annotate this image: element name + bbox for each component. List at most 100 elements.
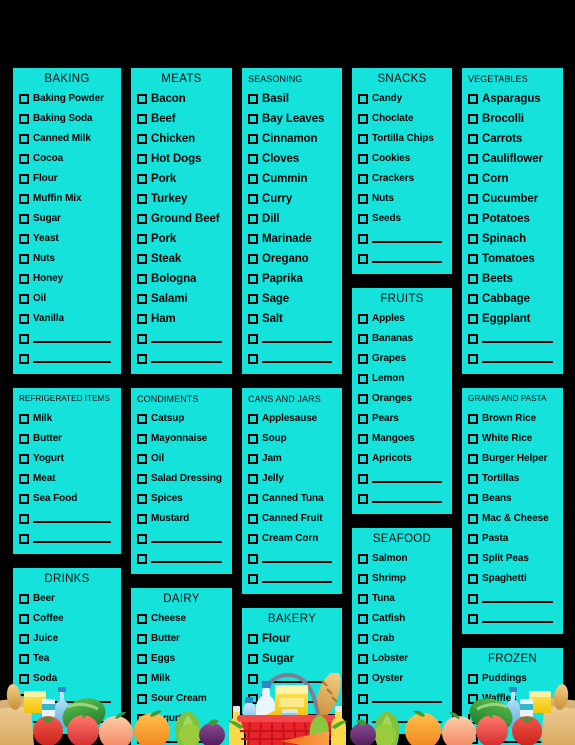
list-item[interactable]: Potatoes	[466, 209, 559, 229]
checkbox-icon[interactable]	[19, 334, 29, 344]
checkbox-icon[interactable]	[358, 594, 368, 604]
write-in-line[interactable]	[482, 601, 553, 603]
list-item[interactable]: Pears	[356, 409, 448, 429]
checkbox-icon[interactable]	[358, 674, 368, 684]
checkbox-icon[interactable]	[19, 714, 29, 724]
checkbox-icon[interactable]	[248, 134, 258, 144]
checkbox-icon[interactable]	[468, 314, 478, 324]
list-item[interactable]: Sugar	[17, 209, 117, 229]
checkbox-icon[interactable]	[468, 234, 478, 244]
checkbox-icon[interactable]	[248, 634, 258, 644]
checkbox-icon[interactable]	[248, 534, 258, 544]
checkbox-icon[interactable]	[248, 414, 258, 424]
list-item[interactable]: Tortilla Chips	[356, 129, 448, 149]
blank-write-in-row[interactable]	[135, 329, 228, 349]
checkbox-icon[interactable]	[358, 454, 368, 464]
write-in-line[interactable]	[151, 341, 222, 343]
checkbox-icon[interactable]	[358, 314, 368, 324]
blank-write-in-row[interactable]	[356, 709, 448, 729]
list-item[interactable]: Salad Dressing	[135, 469, 228, 489]
list-item[interactable]: Beer	[17, 589, 117, 609]
list-item[interactable]: Grapes	[356, 349, 448, 369]
list-item[interactable]: Paprika	[246, 269, 338, 289]
checkbox-icon[interactable]	[358, 614, 368, 624]
blank-write-in-row[interactable]	[466, 729, 559, 745]
checkbox-icon[interactable]	[358, 354, 368, 364]
checkbox-icon[interactable]	[19, 654, 29, 664]
checkbox-icon[interactable]	[137, 674, 147, 684]
checkbox-icon[interactable]	[248, 554, 258, 564]
list-item[interactable]: Oil	[17, 289, 117, 309]
write-in-line[interactable]	[33, 541, 111, 543]
list-item[interactable]: Spices	[135, 489, 228, 509]
checkbox-icon[interactable]	[468, 474, 478, 484]
checkbox-icon[interactable]	[468, 614, 478, 624]
list-item[interactable]: Cinnamon	[246, 129, 338, 149]
checkbox-icon[interactable]	[468, 414, 478, 424]
checkbox-icon[interactable]	[358, 694, 368, 704]
list-item[interactable]: Beets	[466, 269, 559, 289]
checkbox-icon[interactable]	[468, 354, 478, 364]
list-item[interactable]: Applesause	[246, 409, 338, 429]
blank-write-in-row[interactable]	[356, 229, 448, 249]
checkbox-icon[interactable]	[468, 114, 478, 124]
list-item[interactable]: Crab	[356, 629, 448, 649]
checkbox-icon[interactable]	[137, 454, 147, 464]
list-item[interactable]: Salami	[135, 289, 228, 309]
list-item[interactable]: Mangoes	[356, 429, 448, 449]
checkbox-icon[interactable]	[137, 274, 147, 284]
blank-write-in-row[interactable]	[466, 349, 559, 369]
write-in-line[interactable]	[33, 361, 111, 363]
list-item[interactable]: Butter	[17, 429, 117, 449]
list-item[interactable]: Candy	[356, 89, 448, 109]
write-in-line[interactable]	[372, 701, 442, 703]
checkbox-icon[interactable]	[358, 394, 368, 404]
checkbox-icon[interactable]	[358, 254, 368, 264]
checkbox-icon[interactable]	[137, 154, 147, 164]
checkbox-icon[interactable]	[137, 494, 147, 504]
checkbox-icon[interactable]	[19, 454, 29, 464]
list-item[interactable]: Juice	[17, 629, 117, 649]
list-item[interactable]: Shrimp	[356, 569, 448, 589]
list-item[interactable]: Oregano	[246, 249, 338, 269]
checkbox-icon[interactable]	[248, 194, 258, 204]
checkbox-icon[interactable]	[248, 114, 258, 124]
checkbox-icon[interactable]	[468, 154, 478, 164]
list-item[interactable]: Basil	[246, 89, 338, 109]
list-item[interactable]: Oranges	[356, 389, 448, 409]
checkbox-icon[interactable]	[358, 234, 368, 244]
checkbox-icon[interactable]	[358, 154, 368, 164]
write-in-line[interactable]	[33, 701, 111, 703]
list-item[interactable]: Lemon	[356, 369, 448, 389]
checkbox-icon[interactable]	[137, 434, 147, 444]
checkbox-icon[interactable]	[468, 334, 478, 344]
checkbox-icon[interactable]	[137, 614, 147, 624]
checkbox-icon[interactable]	[19, 414, 29, 424]
list-item[interactable]: Pasta	[466, 529, 559, 549]
list-item[interactable]: Sugar	[246, 649, 338, 669]
write-in-line[interactable]	[262, 681, 332, 683]
checkbox-icon[interactable]	[19, 534, 29, 544]
list-item[interactable]: Catsup	[135, 409, 228, 429]
list-item[interactable]: Burger Helper	[466, 449, 559, 469]
checkbox-icon[interactable]	[358, 634, 368, 644]
checkbox-icon[interactable]	[137, 514, 147, 524]
list-item[interactable]: Nuts	[356, 189, 448, 209]
blank-write-in-row[interactable]	[17, 529, 117, 549]
list-item[interactable]: Soda	[17, 669, 117, 689]
list-item[interactable]: Beef	[135, 109, 228, 129]
checkbox-icon[interactable]	[137, 294, 147, 304]
list-item[interactable]: Brown Rice	[466, 409, 559, 429]
list-item[interactable]: Sage	[246, 289, 338, 309]
list-item[interactable]: Dill	[246, 209, 338, 229]
list-item[interactable]: Cream Corn	[246, 529, 338, 549]
list-item[interactable]: Baking Powder	[17, 89, 117, 109]
write-in-line[interactable]	[262, 701, 332, 703]
checkbox-icon[interactable]	[468, 274, 478, 284]
checkbox-icon[interactable]	[137, 314, 147, 324]
checkbox-icon[interactable]	[19, 694, 29, 704]
list-item[interactable]: Sour Cream	[135, 689, 228, 709]
checkbox-icon[interactable]	[468, 514, 478, 524]
checkbox-icon[interactable]	[19, 294, 29, 304]
list-item[interactable]: Yogurt	[17, 449, 117, 469]
